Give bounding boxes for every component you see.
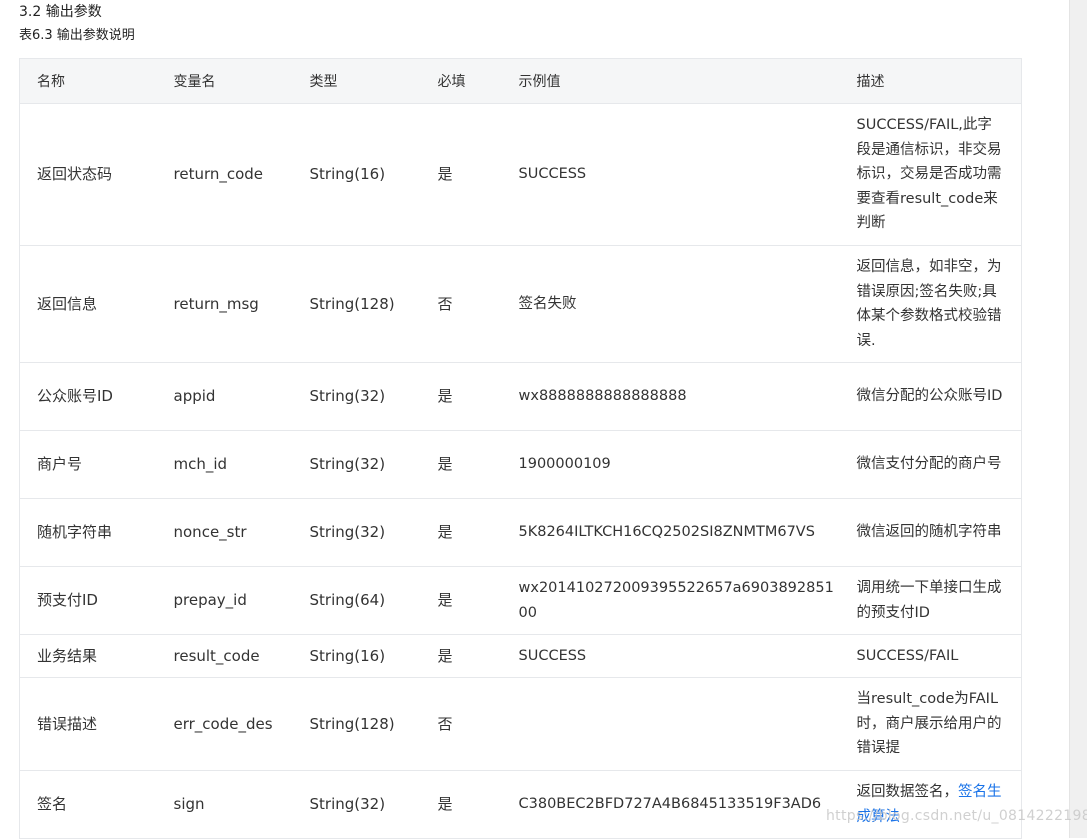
cell-example: wx201410272009395522657a690389285100 <box>501 566 840 635</box>
watermark: https://blog.csdn.net/u_0814222198 <box>826 808 1087 824</box>
cell-type: String(32) <box>292 362 421 431</box>
cell-required: 是 <box>420 566 502 635</box>
table-row: 商户号 mch_id String(32) 是 1900000109 微信支付分… <box>19 430 1022 499</box>
cell-name: 返回状态码 <box>19 103 157 246</box>
cell-variable: prepay_id <box>156 566 293 635</box>
cell-variable: mch_id <box>156 430 293 499</box>
cell-type: String(32) <box>292 770 421 839</box>
vertical-scrollbar[interactable] <box>1069 0 1087 838</box>
cell-description: SUCCESS/FAIL <box>839 634 1022 678</box>
table-header-row: 名称 变量名 类型 必填 示例值 描述 <box>19 58 1022 104</box>
cell-example: 1900000109 <box>501 430 840 499</box>
cell-example: C380BEC2BFD727A4B6845133519F3AD6 <box>501 770 840 839</box>
description-text: 返回数据签名， <box>856 784 959 800</box>
cell-required: 是 <box>420 498 502 567</box>
table-row: 签名 sign String(32) 是 C380BEC2BFD727A4B68… <box>19 770 1022 839</box>
table-row: 随机字符串 nonce_str String(32) 是 5K8264ILTKC… <box>19 498 1022 567</box>
header-required: 必填 <box>420 58 502 104</box>
cell-name: 错误描述 <box>19 677 157 771</box>
cell-description: 微信返回的随机字符串 <box>839 498 1022 567</box>
table-row: 返回信息 return_msg String(128) 否 签名失败 返回信息，… <box>19 245 1022 363</box>
cell-type: String(16) <box>292 634 421 678</box>
section-title: 3.2 输出参数 <box>19 4 102 20</box>
cell-variable: err_code_des <box>156 677 293 771</box>
cell-type: String(32) <box>292 430 421 499</box>
header-type: 类型 <box>292 58 421 104</box>
cell-description: 返回数据签名，签名生成算法 <box>839 770 1022 839</box>
cell-variable: appid <box>156 362 293 431</box>
cell-description: 微信分配的公众账号ID <box>839 362 1022 431</box>
cell-name: 返回信息 <box>19 245 157 363</box>
cell-description: 返回信息，如非空，为错误原因;签名失败;具体某个参数格式校验错误. <box>839 245 1022 363</box>
table-row: 返回状态码 return_code String(16) 是 SUCCESS S… <box>19 103 1022 246</box>
cell-name: 随机字符串 <box>19 498 157 567</box>
cell-type: String(128) <box>292 677 421 771</box>
cell-variable: nonce_str <box>156 498 293 567</box>
cell-name: 商户号 <box>19 430 157 499</box>
cell-variable: return_msg <box>156 245 293 363</box>
cell-description: SUCCESS/FAIL,此字段是通信标识，非交易标识，交易是否成功需要查看re… <box>839 103 1022 246</box>
cell-example: SUCCESS <box>501 634 840 678</box>
cell-description: 当result_code为FAIL时，商户展示给用户的错误提 <box>839 677 1022 771</box>
cell-required: 是 <box>420 103 502 246</box>
cell-required: 是 <box>420 770 502 839</box>
cell-example: 5K8264ILTKCH16CQ2502SI8ZNMTM67VS <box>501 498 840 567</box>
header-example: 示例值 <box>501 58 840 104</box>
cell-name: 签名 <box>19 770 157 839</box>
table-row: 预支付ID prepay_id String(64) 是 wx201410272… <box>19 566 1022 635</box>
table-caption: 表6.3 输出参数说明 <box>19 28 135 43</box>
cell-variable: sign <box>156 770 293 839</box>
cell-name: 业务结果 <box>19 634 157 678</box>
cell-description: 微信支付分配的商户号 <box>839 430 1022 499</box>
cell-variable: result_code <box>156 634 293 678</box>
cell-type: String(128) <box>292 245 421 363</box>
table-row: 业务结果 result_code String(16) 是 SUCCESS SU… <box>19 634 1022 678</box>
cell-required: 是 <box>420 634 502 678</box>
header-name: 名称 <box>19 58 157 104</box>
cell-type: String(64) <box>292 566 421 635</box>
cell-example <box>501 677 840 771</box>
cell-example: wx8888888888888888 <box>501 362 840 431</box>
cell-description: 调用统一下单接口生成的预支付ID <box>839 566 1022 635</box>
cell-required: 是 <box>420 430 502 499</box>
cell-example: SUCCESS <box>501 103 840 246</box>
cell-name: 公众账号ID <box>19 362 157 431</box>
cell-example: 签名失败 <box>501 245 840 363</box>
cell-variable: return_code <box>156 103 293 246</box>
cell-required: 否 <box>420 677 502 771</box>
cell-name: 预支付ID <box>19 566 157 635</box>
table-row: 错误描述 err_code_des String(128) 否 当result_… <box>19 677 1022 771</box>
header-description: 描述 <box>839 58 1022 104</box>
table-row: 公众账号ID appid String(32) 是 wx888888888888… <box>19 362 1022 431</box>
header-variable: 变量名 <box>156 58 293 104</box>
output-params-table: 名称 变量名 类型 必填 示例值 描述 返回状态码 return_code St… <box>19 58 1022 839</box>
cell-required: 否 <box>420 245 502 363</box>
cell-type: String(16) <box>292 103 421 246</box>
cell-type: String(32) <box>292 498 421 567</box>
cell-required: 是 <box>420 362 502 431</box>
